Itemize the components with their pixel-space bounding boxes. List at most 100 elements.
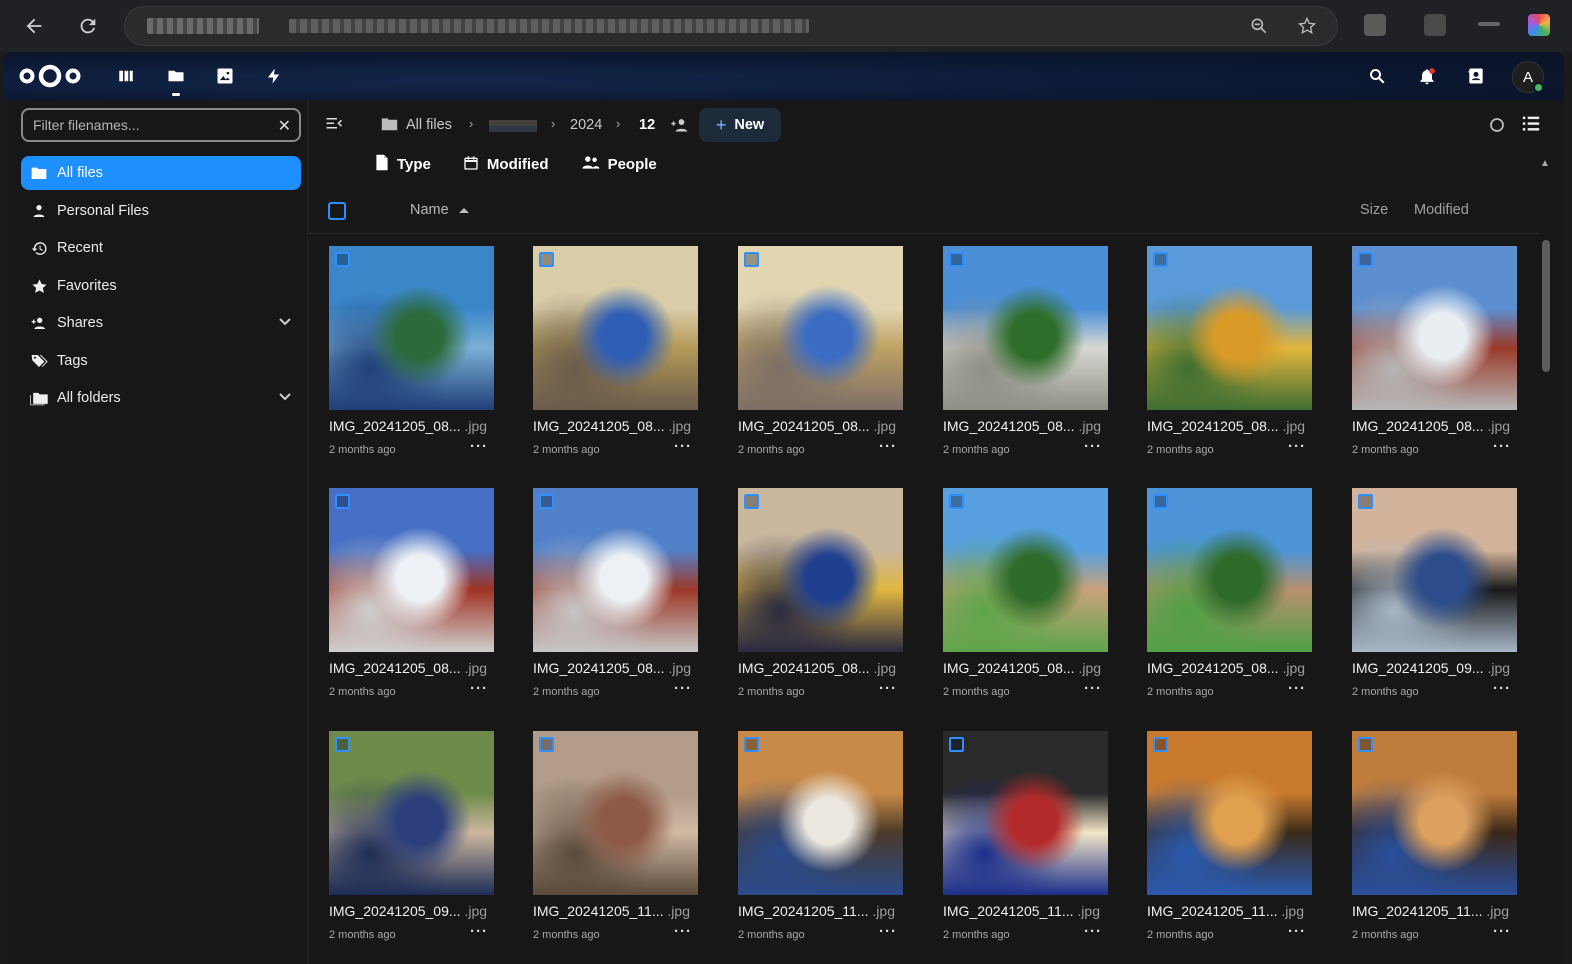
new-button[interactable]: + New bbox=[699, 108, 781, 142]
file-name[interactable]: IMG_20241205_08... .jpg bbox=[533, 660, 698, 676]
file-select-checkbox[interactable] bbox=[744, 737, 759, 752]
filter-type-button[interactable]: Type bbox=[375, 154, 431, 174]
file-tile[interactable]: IMG_20241205_11... .jpg 2 months ago ··· bbox=[738, 731, 903, 951]
more-actions-dots-icon[interactable]: ··· bbox=[1084, 680, 1102, 697]
file-select-checkbox[interactable] bbox=[1358, 252, 1373, 267]
more-actions-dots-icon[interactable]: ··· bbox=[879, 438, 897, 455]
scroll-up-arrow-icon[interactable]: ▲ bbox=[1540, 158, 1550, 169]
toggle-navigation-icon[interactable] bbox=[325, 116, 343, 137]
file-name[interactable]: IMG_20241205_08... .jpg bbox=[943, 660, 1108, 676]
file-tile[interactable]: IMG_20241205_11... .jpg 2 months ago ··· bbox=[1147, 731, 1312, 951]
photo-thumbnail[interactable] bbox=[1352, 488, 1517, 652]
filter-filenames-field[interactable]: ✕ bbox=[21, 108, 301, 142]
file-tile[interactable]: IMG_20241205_09... .jpg 2 months ago ··· bbox=[329, 731, 494, 951]
file-select-checkbox[interactable] bbox=[949, 494, 964, 509]
sidebar-item-all-folders[interactable]: All folders bbox=[21, 381, 301, 415]
file-tile[interactable]: IMG_20241205_08... .jpg 2 months ago ··· bbox=[1147, 488, 1312, 708]
file-name[interactable]: IMG_20241205_09... .jpg bbox=[1352, 660, 1517, 676]
breadcrumb-month[interactable]: 12 bbox=[639, 117, 655, 133]
file-name[interactable]: IMG_20241205_11... .jpg bbox=[533, 903, 698, 919]
bookmark-star-icon[interactable] bbox=[1297, 16, 1317, 41]
more-actions-dots-icon[interactable]: ··· bbox=[1288, 438, 1306, 455]
more-actions-dots-icon[interactable]: ··· bbox=[1084, 923, 1102, 940]
extension-icon[interactable] bbox=[1364, 14, 1386, 36]
file-name[interactable]: IMG_20241205_08... .jpg bbox=[329, 660, 494, 676]
more-actions-dots-icon[interactable]: ··· bbox=[674, 680, 692, 697]
file-tile[interactable]: IMG_20241205_08... .jpg 2 months ago ··· bbox=[738, 488, 903, 708]
more-actions-dots-icon[interactable]: ··· bbox=[470, 923, 488, 940]
clear-filter-close-icon[interactable]: ✕ bbox=[278, 116, 291, 136]
more-actions-dots-icon[interactable]: ··· bbox=[1288, 923, 1306, 940]
photo-thumbnail[interactable] bbox=[738, 488, 903, 652]
photo-thumbnail[interactable] bbox=[329, 246, 494, 410]
site-info-blurred[interactable] bbox=[147, 18, 259, 34]
nextcloud-logo[interactable] bbox=[18, 62, 82, 90]
file-select-checkbox[interactable] bbox=[949, 737, 964, 752]
files-app-icon[interactable] bbox=[164, 64, 188, 96]
file-name[interactable]: IMG_20241205_08... .jpg bbox=[1147, 418, 1312, 434]
reload-icon[interactable] bbox=[74, 12, 102, 40]
file-name[interactable]: IMG_20241205_08... .jpg bbox=[738, 660, 903, 676]
photo-thumbnail[interactable] bbox=[533, 246, 698, 410]
contacts-icon[interactable] bbox=[1464, 64, 1488, 88]
file-name[interactable]: IMG_20241205_08... .jpg bbox=[533, 418, 698, 434]
more-actions-dots-icon[interactable]: ··· bbox=[1493, 438, 1511, 455]
back-arrow-icon[interactable] bbox=[20, 12, 48, 40]
file-select-checkbox[interactable] bbox=[335, 494, 350, 509]
search-icon[interactable] bbox=[1365, 64, 1389, 88]
file-select-checkbox[interactable] bbox=[1153, 252, 1168, 267]
file-name[interactable]: IMG_20241205_08... .jpg bbox=[738, 418, 903, 434]
photo-thumbnail[interactable] bbox=[1147, 246, 1312, 410]
filter-people-button[interactable]: People bbox=[581, 154, 657, 174]
column-size-header[interactable]: Size bbox=[1360, 202, 1388, 218]
photo-thumbnail[interactable] bbox=[1352, 246, 1517, 410]
notifications-bell-icon[interactable] bbox=[1415, 64, 1439, 88]
more-actions-dots-icon[interactable]: ··· bbox=[1493, 923, 1511, 940]
more-actions-dots-icon[interactable]: ··· bbox=[674, 438, 692, 455]
more-actions-dots-icon[interactable]: ··· bbox=[674, 923, 692, 940]
breadcrumb-all-files[interactable]: All files bbox=[406, 117, 452, 133]
breadcrumb-year[interactable]: 2024 bbox=[570, 117, 602, 133]
file-select-checkbox[interactable] bbox=[1153, 737, 1168, 752]
photo-thumbnail[interactable] bbox=[943, 488, 1108, 652]
more-actions-dots-icon[interactable]: ··· bbox=[470, 438, 488, 455]
user-avatar[interactable]: A bbox=[1512, 61, 1544, 93]
zoom-icon[interactable] bbox=[1249, 16, 1269, 41]
filter-modified-button[interactable]: Modified bbox=[463, 154, 549, 174]
photo-thumbnail[interactable] bbox=[1147, 488, 1312, 652]
file-select-checkbox[interactable] bbox=[1153, 494, 1168, 509]
sidebar-item-tags[interactable]: Tags bbox=[21, 344, 301, 378]
photo-thumbnail[interactable] bbox=[329, 488, 494, 652]
column-modified-header[interactable]: Modified bbox=[1414, 202, 1469, 218]
photo-thumbnail[interactable] bbox=[533, 731, 698, 895]
file-tile[interactable]: IMG_20241205_08... .jpg 2 months ago ··· bbox=[533, 488, 698, 708]
file-name[interactable]: IMG_20241205_08... .jpg bbox=[1147, 660, 1312, 676]
file-name[interactable]: IMG_20241205_11... .jpg bbox=[738, 903, 903, 919]
file-select-checkbox[interactable] bbox=[1358, 737, 1373, 752]
file-name[interactable]: IMG_20241205_11... .jpg bbox=[943, 903, 1108, 919]
scrollbar-thumb[interactable] bbox=[1542, 240, 1550, 372]
photo-thumbnail[interactable] bbox=[1147, 731, 1312, 895]
file-name[interactable]: IMG_20241205_11... .jpg bbox=[1147, 903, 1312, 919]
file-tile[interactable]: IMG_20241205_08... .jpg 2 months ago ··· bbox=[329, 488, 494, 708]
photo-thumbnail[interactable] bbox=[533, 488, 698, 652]
file-tile[interactable]: IMG_20241205_08... .jpg 2 months ago ··· bbox=[533, 246, 698, 466]
extension-icon[interactable] bbox=[1424, 14, 1446, 36]
sidebar-item-personal-files[interactable]: Personal Files bbox=[21, 194, 301, 228]
sidebar-item-favorites[interactable]: Favorites bbox=[21, 269, 301, 303]
file-tile[interactable]: IMG_20241205_08... .jpg 2 months ago ··· bbox=[943, 488, 1108, 708]
file-name[interactable]: IMG_20241205_11... .jpg bbox=[1352, 903, 1517, 919]
more-actions-dots-icon[interactable]: ··· bbox=[1288, 680, 1306, 697]
file-tile[interactable]: IMG_20241205_11... .jpg 2 months ago ··· bbox=[533, 731, 698, 951]
more-actions-dots-icon[interactable]: ··· bbox=[470, 680, 488, 697]
more-actions-dots-icon[interactable]: ··· bbox=[879, 923, 897, 940]
file-name[interactable]: IMG_20241205_08... .jpg bbox=[329, 418, 494, 434]
address-bar[interactable] bbox=[124, 6, 1338, 46]
sidebar-item-shares[interactable]: Shares bbox=[21, 306, 301, 340]
file-select-checkbox[interactable] bbox=[335, 737, 350, 752]
file-select-checkbox[interactable] bbox=[539, 252, 554, 267]
file-select-checkbox[interactable] bbox=[539, 737, 554, 752]
file-select-checkbox[interactable] bbox=[539, 494, 554, 509]
file-tile[interactable]: IMG_20241205_08... .jpg 2 months ago ··· bbox=[329, 246, 494, 466]
column-name-header[interactable]: Name bbox=[410, 202, 469, 218]
